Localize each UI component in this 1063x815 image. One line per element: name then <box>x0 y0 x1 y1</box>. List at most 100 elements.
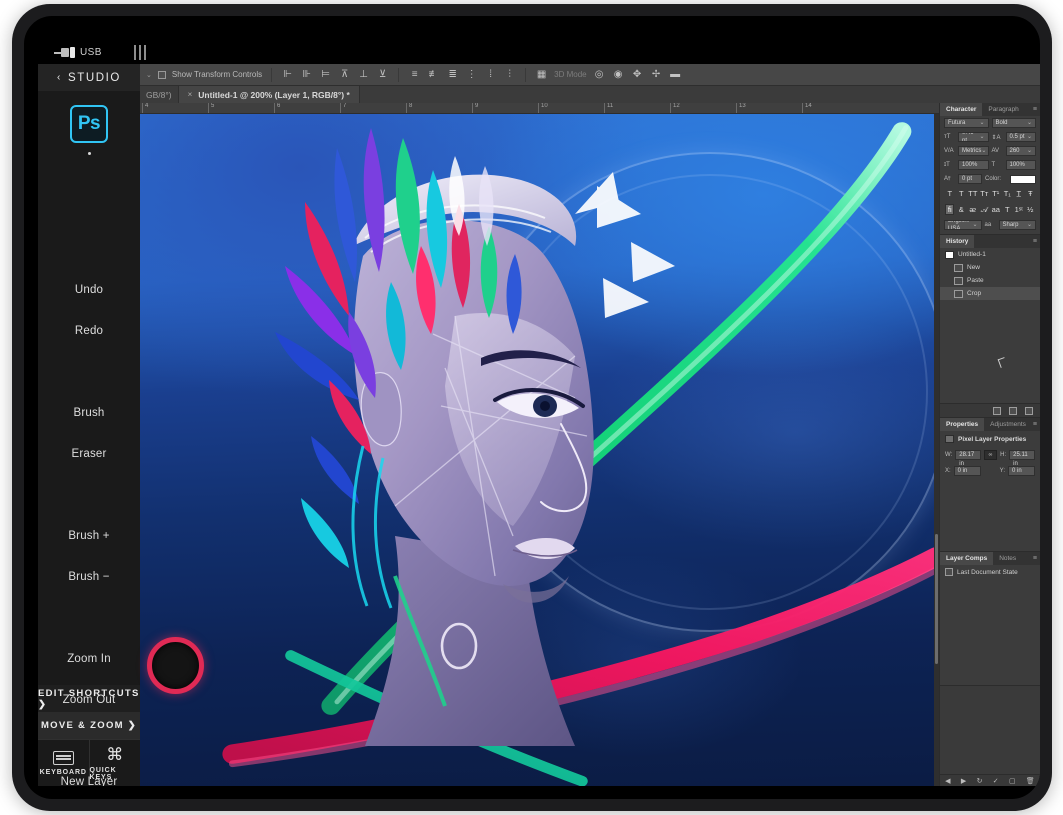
move-and-zoom-button[interactable]: MOVE & ZOOM ❯ <box>38 712 140 739</box>
slide-3d-icon[interactable]: ✢ <box>650 68 663 81</box>
distribute-horizontal-center-icon[interactable]: ⁞ <box>484 68 497 81</box>
close-icon[interactable]: × <box>188 90 193 99</box>
text-color-swatch[interactable] <box>1010 174 1036 184</box>
history-state-row[interactable]: Paste <box>940 274 1040 287</box>
previous-comp-icon[interactable]: ◀ <box>945 777 950 785</box>
document-tab-partial[interactable]: GB/8°) <box>140 86 179 103</box>
shortcut-brush-minus[interactable]: Brush − <box>38 571 140 583</box>
shortcut-undo[interactable]: Undo <box>38 284 140 296</box>
font-size-input[interactable]: 0.49 pt <box>958 132 989 142</box>
shortcut-zoom-out[interactable]: Zoom Out <box>38 694 140 706</box>
tab-notes[interactable]: Notes <box>993 552 1022 565</box>
standard-ligatures-icon[interactable]: fi <box>945 204 955 215</box>
align-right-edges-icon[interactable]: ⊨ <box>319 68 332 81</box>
history-snapshot-row[interactable]: Untitled-1 <box>940 248 1040 261</box>
align-left-edges-icon[interactable]: ⊩ <box>281 68 294 81</box>
language-select[interactable]: English: USA <box>944 220 982 230</box>
kerning-select[interactable]: Metrics <box>958 146 989 156</box>
underline-icon[interactable]: T̲ <box>1014 189 1023 198</box>
stylistic-alternates-icon[interactable]: aa <box>991 205 1000 214</box>
history-states-list[interactable]: Untitled-1 New Paste Crop <box>940 248 1040 403</box>
distribute-vertical-center-icon[interactable]: ≢ <box>427 68 440 81</box>
x-input[interactable]: 0 in <box>953 466 981 476</box>
discretionary-ligatures-icon[interactable]: ᴂ <box>968 205 977 214</box>
delete-state-icon[interactable] <box>1025 406 1033 415</box>
y-input[interactable]: 0 in <box>1008 466 1036 476</box>
scrollbar-thumb[interactable] <box>935 534 938 664</box>
tab-history[interactable]: History <box>940 235 975 248</box>
align-bottom-edges-icon[interactable]: ⊻ <box>376 68 389 81</box>
anti-alias-select[interactable]: Sharp <box>998 220 1036 230</box>
leading-input[interactable]: 0.5 pt <box>1005 132 1036 142</box>
studio-back-button[interactable]: ‹ STUDIO <box>38 64 140 91</box>
faux-bold-icon[interactable]: T <box>945 189 954 198</box>
panel-menu-icon[interactable]: ≡ <box>1033 555 1037 562</box>
shortcut-new-layer[interactable]: New Layer <box>38 776 140 786</box>
align-vertical-centers-icon[interactable]: ⊥ <box>357 68 370 81</box>
distribute-right-icon[interactable]: ⫶ <box>503 68 516 81</box>
titling-alternates-icon[interactable]: T <box>1003 205 1012 214</box>
tab-properties[interactable]: Properties <box>940 418 985 431</box>
rotary-dial-control[interactable] <box>147 637 204 694</box>
panel-menu-icon[interactable]: ≡ <box>1033 421 1037 428</box>
history-state-row[interactable]: New <box>940 261 1040 274</box>
shortcut-zoom-in[interactable]: Zoom In <box>38 653 140 665</box>
small-caps-icon[interactable]: Tᴛ <box>980 189 989 198</box>
layer-comp-row[interactable]: Last Document State <box>940 565 1040 579</box>
fractions-icon[interactable]: ½ <box>1026 205 1035 214</box>
update-comp-icon[interactable]: ↻ <box>977 777 983 785</box>
horizontal-scale-input[interactable]: 100% <box>1005 160 1036 170</box>
link-dimensions-icon[interactable]: ∞ <box>984 450 998 460</box>
superscript-icon[interactable]: T¹ <box>991 189 1000 198</box>
font-family-select[interactable]: Futura <box>944 118 989 128</box>
show-transform-controls-checkbox[interactable] <box>157 70 166 79</box>
vertical-scale-input[interactable]: 100% <box>958 160 989 170</box>
app-badge[interactable]: Ps <box>38 91 140 159</box>
history-state-row-selected[interactable]: Crop <box>940 287 1040 300</box>
shortcut-brush[interactable]: Brush <box>38 407 140 419</box>
align-horizontal-centers-icon[interactable]: ⊪ <box>300 68 313 81</box>
height-input[interactable]: 25.11 in <box>1009 450 1036 467</box>
layer-comps-body[interactable]: Last Document State <box>940 565 1040 685</box>
distribute-left-icon[interactable]: ⋮ <box>465 68 478 81</box>
subscript-icon[interactable]: T₁ <box>1003 189 1012 198</box>
create-snapshot-icon[interactable] <box>1009 406 1017 415</box>
panel-menu-icon[interactable]: ≡ <box>1033 106 1037 113</box>
tab-paragraph[interactable]: Paragraph <box>982 103 1024 116</box>
panel-menu-icon[interactable]: ≡ <box>1033 238 1037 245</box>
contextual-alternates-icon[interactable]: & <box>957 205 966 214</box>
tab-adjustments[interactable]: Adjustments <box>984 418 1032 431</box>
pan-3d-icon[interactable]: ✥ <box>631 68 644 81</box>
distribute-top-icon[interactable]: ≡ <box>408 68 421 81</box>
faux-italic-icon[interactable]: T <box>957 189 966 198</box>
strikethrough-icon[interactable]: Ŧ <box>1026 189 1035 198</box>
align-top-edges-icon[interactable]: ⊼ <box>338 68 351 81</box>
tracking-input[interactable]: 260 <box>1005 146 1036 156</box>
scale-3d-icon[interactable]: ▬ <box>669 68 682 81</box>
next-comp-icon[interactable]: ▶ <box>961 777 966 785</box>
document-tab-active[interactable]: × Untitled-1 @ 200% (Layer 1, RGB/8°) * <box>178 86 360 103</box>
orbit-3d-icon[interactable]: ◎ <box>593 68 606 81</box>
roll-3d-icon[interactable]: ◉ <box>612 68 625 81</box>
canvas-artwork[interactable] <box>140 114 939 786</box>
delete-comp-icon[interactable]: 🗑 <box>1026 777 1035 785</box>
new-comp-icon[interactable]: ▢ <box>1009 777 1016 785</box>
baseline-shift-input[interactable]: 0 pt <box>958 174 982 184</box>
font-style-select[interactable]: Bold <box>991 118 1036 128</box>
align-to-selection-icon[interactable]: ▦ <box>535 68 548 81</box>
document-state-icon <box>945 568 953 576</box>
grip-handle-icon[interactable] <box>134 45 146 60</box>
shortcut-redo[interactable]: Redo <box>38 325 140 337</box>
shortcut-eraser[interactable]: Eraser <box>38 448 140 460</box>
width-input[interactable]: 28.17 in <box>955 450 982 467</box>
tool-preset-chevron-icon[interactable]: ⌄ <box>146 71 152 79</box>
tab-layer-comps[interactable]: Layer Comps <box>940 552 994 565</box>
apply-comp-icon[interactable]: ✓ <box>993 777 999 785</box>
ordinals-icon[interactable]: 1ˢᵗ <box>1014 205 1023 214</box>
shortcut-brush-plus[interactable]: Brush + <box>38 530 140 542</box>
create-document-from-state-icon[interactable] <box>993 406 1001 415</box>
tab-character[interactable]: Character <box>940 103 983 116</box>
distribute-bottom-icon[interactable]: ≣ <box>446 68 459 81</box>
swash-icon[interactable]: 𝒜 <box>980 205 989 215</box>
all-caps-icon[interactable]: TT <box>968 189 977 198</box>
